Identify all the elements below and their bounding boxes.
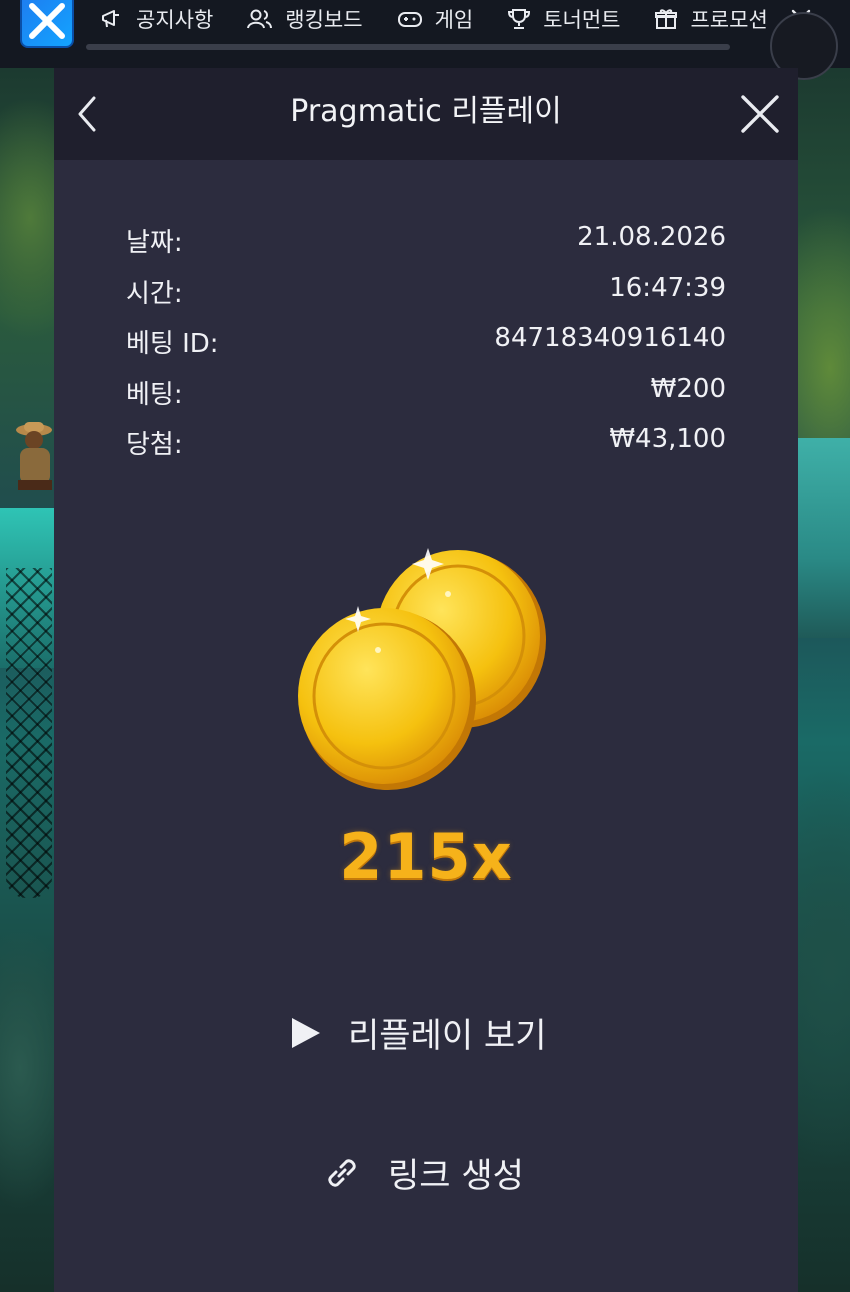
detail-label: 당첨: <box>126 430 183 460</box>
fishing-net-image <box>6 568 52 898</box>
modal-header: Pragmatic 리플레이 <box>54 68 798 160</box>
megaphone-icon <box>102 10 119 28</box>
brand-logo[interactable] <box>20 0 74 48</box>
nav-item-tournaments[interactable]: 토너먼트 <box>507 4 620 34</box>
win-multiplier: 215x <box>339 820 513 893</box>
replay-modal: Pragmatic 리플레이 날짜: 21.08.2026 시간: 16:47:… <box>54 68 798 1292</box>
detail-row-bet-id: 베팅 ID: 84718340916140 <box>126 323 726 374</box>
play-icon <box>292 1017 320 1048</box>
bet-details: 날짜: 21.08.2026 시간: 16:47:39 베팅 ID: 84718… <box>126 222 726 475</box>
nav-scrollbar[interactable] <box>86 44 730 50</box>
close-icon[interactable] <box>740 94 780 134</box>
gamepad-icon <box>397 12 422 27</box>
detail-value: ₩43,100 <box>609 424 726 454</box>
watch-replay-button[interactable]: 리플레이 보기 <box>290 1008 547 1057</box>
detail-row-win: 당첨: ₩43,100 <box>126 424 726 475</box>
modal-title: Pragmatic 리플레이 <box>290 94 562 129</box>
nav-item-label: 프로모션 <box>690 8 768 32</box>
create-link-label: 링크 생성 <box>388 1156 524 1196</box>
detail-value: 21.08.2026 <box>577 222 726 252</box>
detail-label: 날짜: <box>126 228 183 258</box>
detail-value: ₩200 <box>650 373 726 404</box>
nav-item-label: 토너먼트 <box>543 8 621 32</box>
nav-item-rankings[interactable]: 랭킹보드 <box>247 4 363 34</box>
trophy-icon <box>508 9 531 29</box>
detail-value: 16:47:39 <box>609 272 726 303</box>
detail-label: 시간: <box>126 278 183 309</box>
nav-item-label: 공지사항 <box>136 8 214 32</box>
link-icon <box>328 1158 356 1187</box>
gold-coins-icon <box>298 548 546 790</box>
detail-row-bet: 베팅: ₩200 <box>126 374 726 425</box>
users-icon <box>247 9 273 29</box>
water-decoration <box>798 438 850 638</box>
nav-item-notices[interactable]: 공지사항 <box>100 4 213 34</box>
detail-value: 84718340916140 <box>494 323 726 353</box>
nav-item-promotions[interactable]: 프로모션 <box>654 4 768 34</box>
gift-icon <box>655 9 678 29</box>
nav-menu: 공지사항 랭킹보드 게임 토너먼트 프로모션 <box>100 2 802 36</box>
detail-label: 베팅: <box>126 379 183 410</box>
nav-item-label: 랭킹보드 <box>285 8 363 32</box>
watch-replay-label: 리플레이 보기 <box>348 1016 547 1056</box>
top-nav-bar: 공지사항 랭킹보드 게임 토너먼트 프로모션 <box>0 0 850 68</box>
detail-row-time: 시간: 16:47:39 <box>126 273 726 324</box>
create-link-button[interactable]: 링크 생성 <box>322 1148 524 1197</box>
detail-label: 베팅 ID: <box>126 329 219 359</box>
nav-item-label: 게임 <box>434 8 474 32</box>
nav-item-games[interactable]: 게임 <box>397 4 474 34</box>
detail-row-date: 날짜: 21.08.2026 <box>126 222 726 273</box>
fisherman-image <box>16 422 52 490</box>
